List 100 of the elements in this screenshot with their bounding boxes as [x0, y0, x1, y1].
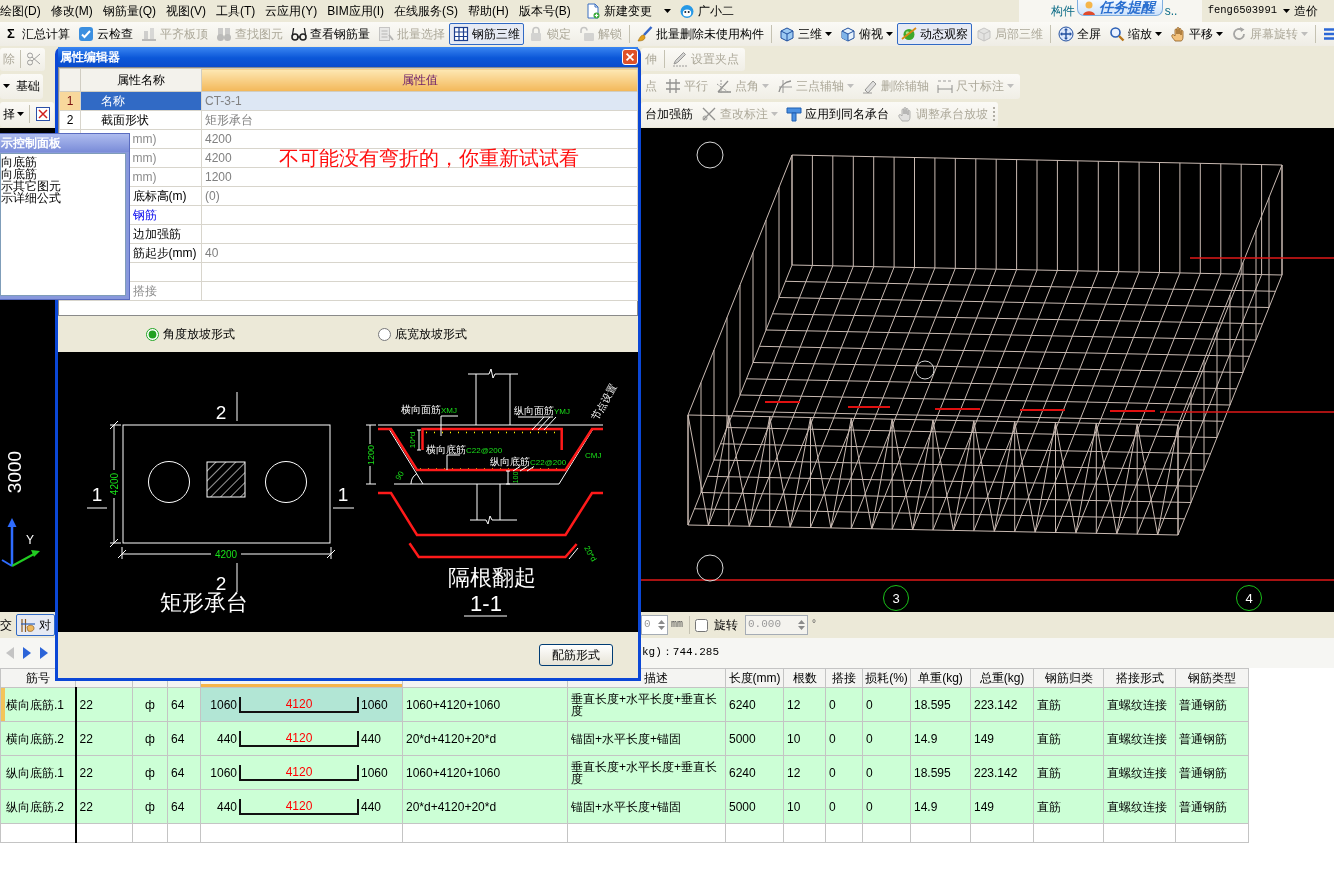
task-reminder-button[interactable]: 任务提醒 [1077, 0, 1163, 16]
shape-cell[interactable]: 440 4120 440 [200, 789, 403, 824]
table-cell[interactable]: 5000 [725, 789, 784, 824]
table-cell[interactable]: 20*d+4120+20*d [402, 721, 568, 756]
new-change-button[interactable]: 新建变更 [580, 0, 656, 22]
table-cell[interactable]: 锚固+水平长度+锚固 [567, 721, 726, 756]
grip-icon[interactable] [992, 106, 996, 122]
column-header[interactable]: 损耗(%) [862, 668, 911, 688]
toolbar-button[interactable]: 俯视 [835, 23, 897, 45]
table-cell[interactable]: 14.9 [910, 789, 971, 824]
toolbar-button[interactable]: 全屏 [1053, 23, 1105, 45]
table-cell[interactable]: 12 [783, 687, 826, 722]
property-value[interactable]: (0) [205, 188, 220, 203]
table-cell[interactable]: 223.142 [970, 755, 1034, 790]
property-name[interactable]: 搭接 [132, 283, 157, 298]
column-header[interactable]: 钢筋类型 [1175, 668, 1249, 688]
table-cell[interactable]: 10 [783, 721, 826, 756]
table-cell[interactable]: 直螺纹连接 [1103, 789, 1176, 824]
table-cell[interactable]: 149 [970, 721, 1034, 756]
shape-cell[interactable]: 440 4120 440 [200, 721, 403, 756]
shape-cell[interactable]: 1060 4120 1060 [200, 755, 403, 790]
table-cell[interactable]: 横向底筋.2 [0, 721, 76, 756]
column-header[interactable]: 根数 [783, 668, 826, 688]
user-name[interactable]: feng6503991 [1207, 4, 1277, 18]
menu-item[interactable]: BIM应用(I) [327, 3, 384, 19]
rotate-label[interactable]: 旋转 [714, 617, 738, 633]
table-cell[interactable]: 22 [75, 721, 133, 756]
table-cell[interactable]: 18.595 [910, 687, 971, 722]
shape-cell[interactable]: 1060 4120 1060 [200, 687, 403, 722]
table-cell[interactable]: 垂直长度+水平长度+垂直长度 [567, 687, 726, 722]
toolbar-button[interactable]: Σ 汇总计算 [1, 23, 74, 45]
table-cell[interactable]: 10 [783, 789, 826, 824]
menu-item[interactable]: 绘图(D) [0, 3, 41, 19]
toolbar-button[interactable]: 缩放 [1104, 23, 1166, 45]
menu-item[interactable]: 钢筋量(Q) [102, 3, 156, 19]
table-cell[interactable]: 20*d+4120+20*d [402, 789, 568, 824]
table-cell[interactable]: 普通钢筋 [1175, 687, 1249, 722]
caret-icon[interactable] [663, 9, 671, 13]
table-cell[interactable]: 横向底筋.1 [0, 687, 76, 722]
property-name[interactable]: 名称 [101, 93, 125, 108]
column-header[interactable]: 属性值 [201, 68, 638, 92]
triangle-right-icon[interactable] [23, 647, 31, 659]
table-cell[interactable]: 纵向底筋.1 [0, 755, 76, 790]
table-cell[interactable]: 149 [970, 789, 1034, 824]
menu-item[interactable]: 版本号(B) [518, 3, 571, 19]
table-cell[interactable]: 普通钢筋 [1175, 755, 1249, 790]
table-cell[interactable]: 14.9 [910, 721, 971, 756]
radio-button[interactable] [378, 327, 391, 341]
toolbar-button[interactable]: 云检查 [73, 23, 137, 45]
toolbar-button[interactable]: 应用到同名承台 [782, 103, 893, 125]
component-link[interactable]: 构件 [1050, 3, 1075, 19]
table-cell[interactable]: 直筋 [1033, 789, 1104, 824]
property-value[interactable]: 1200 [205, 169, 232, 184]
close-button[interactable] [622, 49, 638, 65]
menu-item[interactable]: 造价 [1294, 3, 1318, 19]
table-cell[interactable]: 直螺纹连接 [1103, 721, 1176, 756]
table-cell[interactable]: 5000 [725, 721, 784, 756]
table-cell[interactable]: 6240 [725, 755, 784, 790]
table-cell[interactable]: 0 [862, 755, 911, 790]
panel-option[interactable]: 示其它图元 [1, 180, 125, 192]
toolbar-button[interactable]: 钢筋三维 [448, 23, 524, 45]
toolbar-button[interactable]: 动态观察 [896, 23, 972, 45]
radio-button[interactable] [146, 327, 159, 341]
panel-option[interactable]: 向底筋 [1, 156, 125, 168]
table-cell[interactable]: 0 [862, 687, 911, 722]
menu-item[interactable]: 帮助(H) [468, 3, 509, 19]
column-header[interactable]: 属性名称 [80, 68, 202, 92]
table-cell[interactable]: 18.595 [910, 755, 971, 790]
table-cell[interactable]: 垂直长度+水平长度+垂直长度 [567, 755, 726, 790]
table-cell[interactable]: 普通钢筋 [1175, 721, 1249, 756]
column-header[interactable]: 钢筋归类 [1033, 668, 1104, 688]
property-value[interactable]: 4200 [205, 150, 232, 165]
radio-label[interactable]: 角度放坡形式 [163, 326, 235, 342]
panel-option[interactable]: 向底筋 [1, 168, 125, 180]
triangle-right-icon[interactable] [40, 647, 48, 659]
caret-icon[interactable] [1283, 9, 1290, 13]
toolbar-button[interactable]: 三维 [774, 23, 836, 45]
panel-option[interactable]: 示详细公式 [1, 192, 125, 204]
menu-item[interactable]: 在线服务(S) [394, 3, 458, 19]
table-cell[interactable]: 直筋 [1033, 687, 1104, 722]
table-cell[interactable]: 12 [783, 755, 826, 790]
assistant-button[interactable]: 广小二 [674, 0, 738, 22]
table-cell[interactable]: 0 [862, 789, 911, 824]
property-value[interactable]: 4200 [205, 131, 232, 146]
column-header[interactable]: 搭接形式 [1103, 668, 1176, 688]
tool-button[interactable]: 对 [16, 614, 55, 636]
rebar-form-button[interactable]: 配筋形式 [539, 644, 613, 666]
menu-item[interactable]: 修改(M) [50, 3, 93, 19]
column-header[interactable]: 总重(kg) [970, 668, 1034, 688]
table-cell[interactable]: 22 [75, 789, 133, 824]
column-header[interactable]: 搭接 [825, 668, 863, 688]
component-link[interactable]: s.. [1164, 3, 1178, 19]
toolbar-button[interactable]: 台加强筋 [641, 103, 697, 125]
menu-item[interactable]: 视图(V) [166, 3, 206, 19]
rotate-checkbox[interactable] [695, 618, 708, 632]
table-cell[interactable]: 直筋 [1033, 721, 1104, 756]
property-value[interactable]: 矩形承台 [205, 112, 253, 127]
table-cell[interactable]: 普通钢筋 [1175, 789, 1249, 824]
toolbar-button[interactable]: 查看钢筋量 [286, 23, 374, 45]
table-cell[interactable]: 直筋 [1033, 755, 1104, 790]
